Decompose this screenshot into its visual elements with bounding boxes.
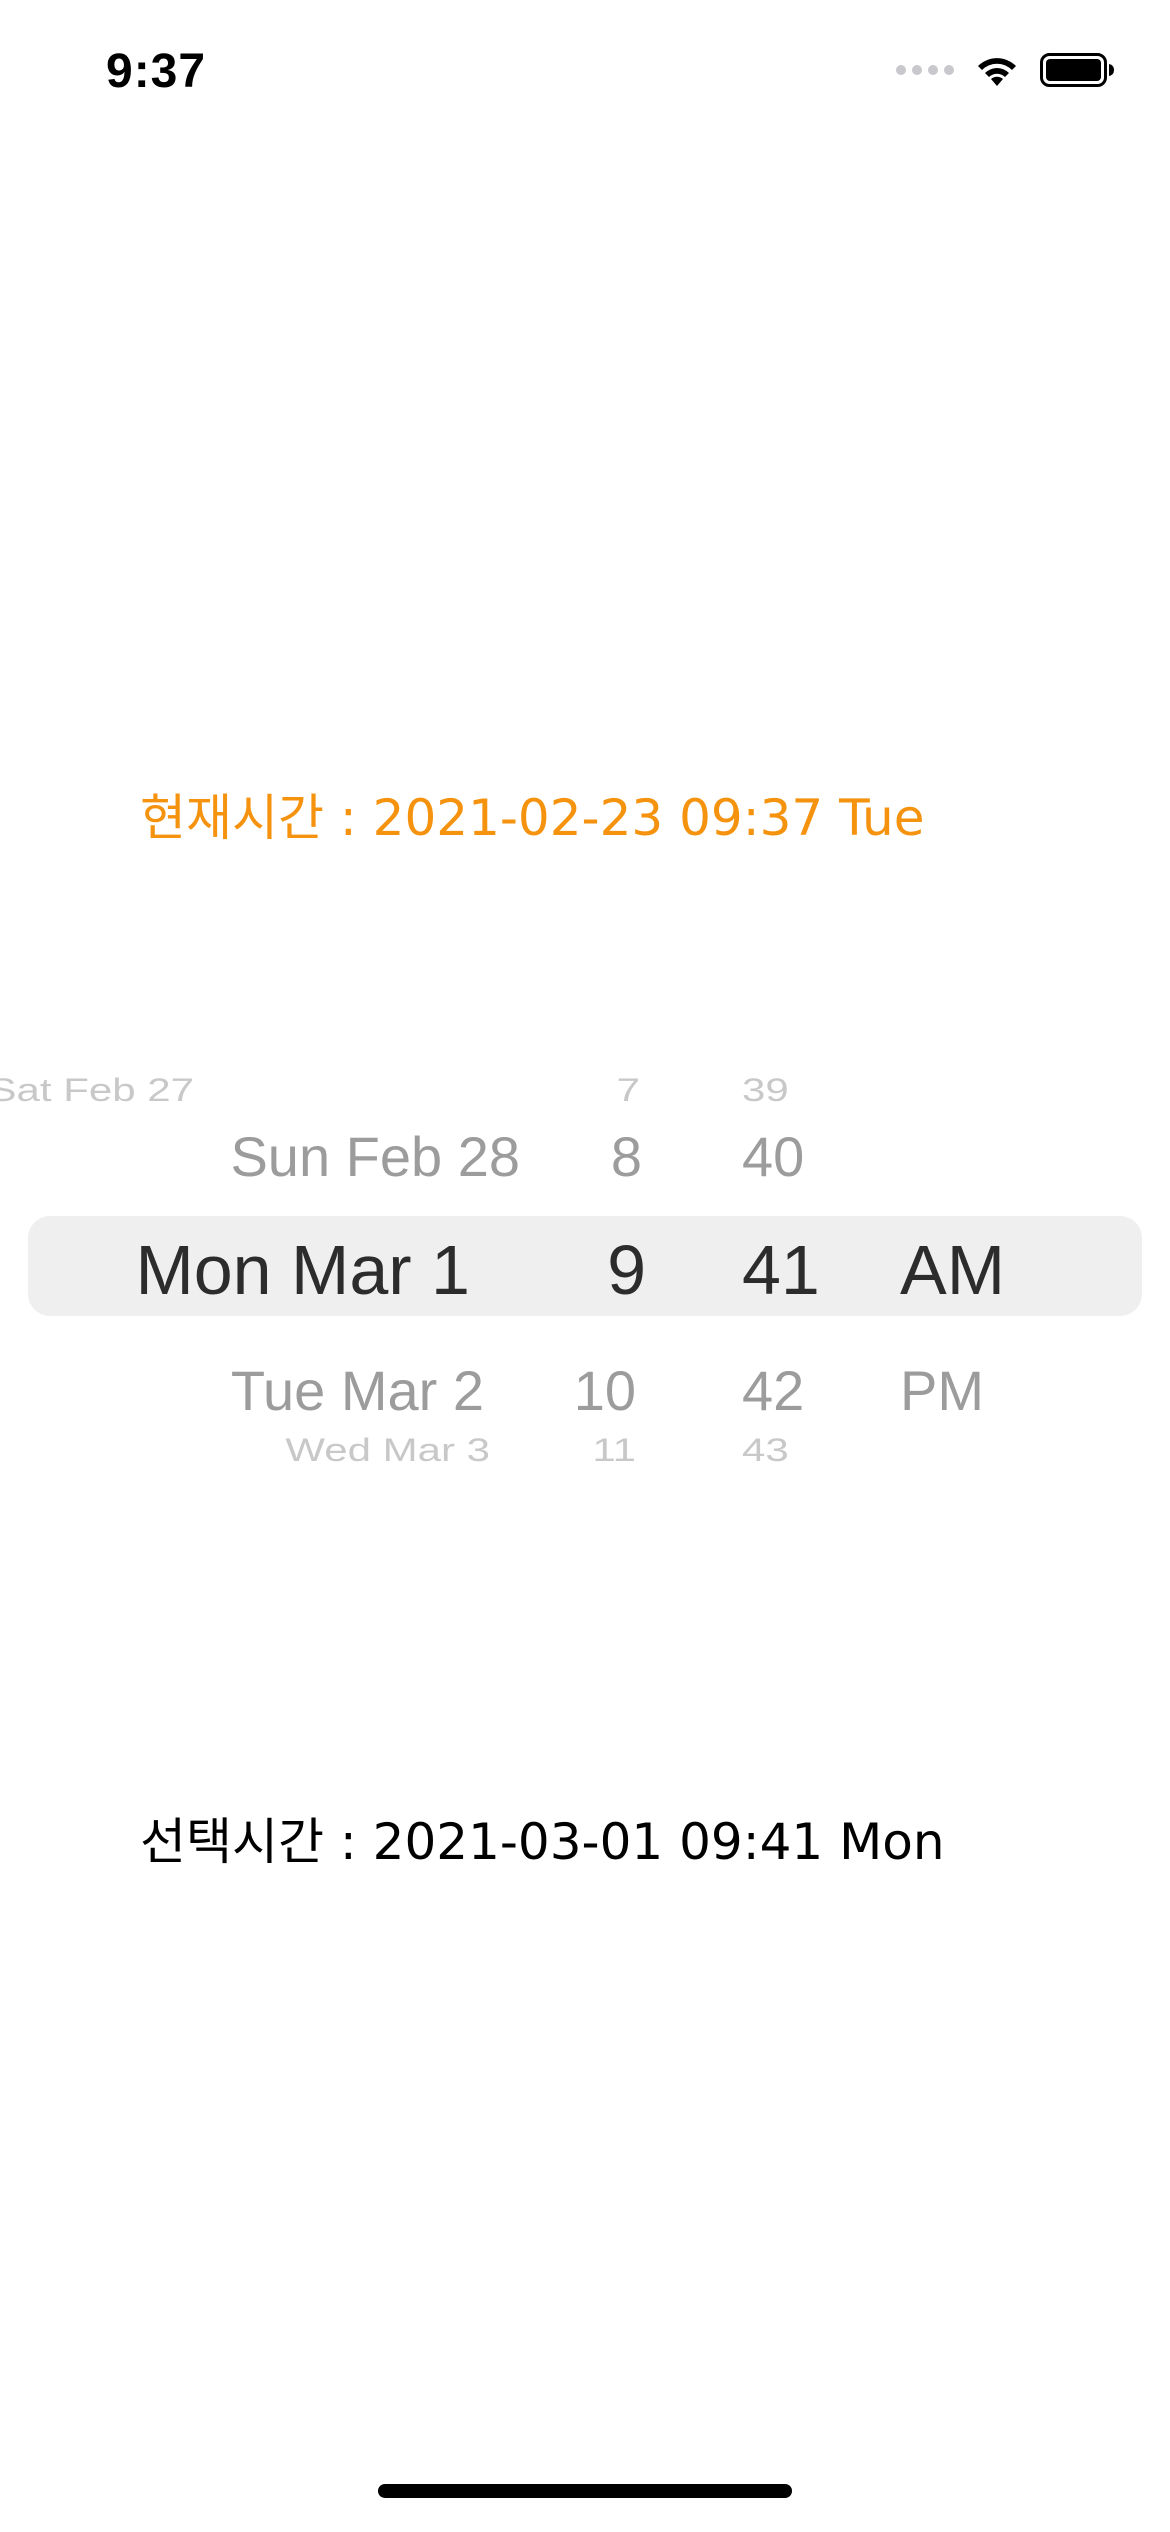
- picker-hour-item-selected[interactable]: 9: [607, 1230, 646, 1310]
- picker-minute-item[interactable]: 40: [742, 1124, 804, 1189]
- picker-minute-item-selected[interactable]: 41: [742, 1230, 820, 1310]
- picker-hour-item[interactable]: 10: [574, 1358, 636, 1423]
- battery-icon: [1040, 52, 1116, 88]
- wifi-icon: [972, 52, 1022, 88]
- status-icons: [896, 52, 1116, 88]
- date-time-picker[interactable]: Sat Feb 27 Sun Feb 28 Mon Mar 1 Tue Mar …: [0, 1040, 1170, 1490]
- picker-minute-item[interactable]: 43: [742, 1431, 789, 1468]
- picker-date-column[interactable]: Sat Feb 27 Sun Feb 28 Mon Mar 1 Tue Mar …: [0, 1040, 520, 1490]
- picker-date-item[interactable]: Tue Mar 2: [231, 1358, 484, 1423]
- picker-minute-item[interactable]: 42: [742, 1358, 804, 1423]
- picker-hour-item[interactable]: 11: [592, 1431, 636, 1468]
- picker-date-item[interactable]: Wed Mar 3: [285, 1431, 490, 1468]
- picker-date-item[interactable]: Sat Feb 27: [0, 1071, 194, 1108]
- picker-ampm-item[interactable]: PM: [900, 1358, 984, 1423]
- selected-time-label: 선택시간 : 2021-03-01 09:41 Mon: [140, 1813, 945, 1871]
- signal-icon: [896, 65, 954, 75]
- picker-date-item-selected[interactable]: Mon Mar 1: [135, 1230, 470, 1310]
- picker-ampm-column[interactable]: AM PM: [890, 1040, 1050, 1490]
- current-time-label: 현재시간 : 2021-02-23 09:37 Tue: [140, 789, 925, 847]
- picker-hour-item[interactable]: 7: [617, 1071, 640, 1108]
- picker-hour-item[interactable]: 8: [611, 1124, 642, 1189]
- picker-minute-item[interactable]: 39: [742, 1071, 789, 1108]
- status-bar: 9:37: [0, 0, 1170, 150]
- picker-minute-column[interactable]: 39 40 41 42 43: [730, 1040, 850, 1490]
- picker-ampm-item-selected[interactable]: AM: [900, 1230, 1005, 1310]
- home-indicator[interactable]: [378, 2484, 792, 2498]
- picker-hour-column[interactable]: 7 8 9 10 11: [560, 1040, 680, 1490]
- status-time: 9:37: [106, 45, 207, 98]
- picker-date-item[interactable]: Sun Feb 28: [230, 1124, 520, 1189]
